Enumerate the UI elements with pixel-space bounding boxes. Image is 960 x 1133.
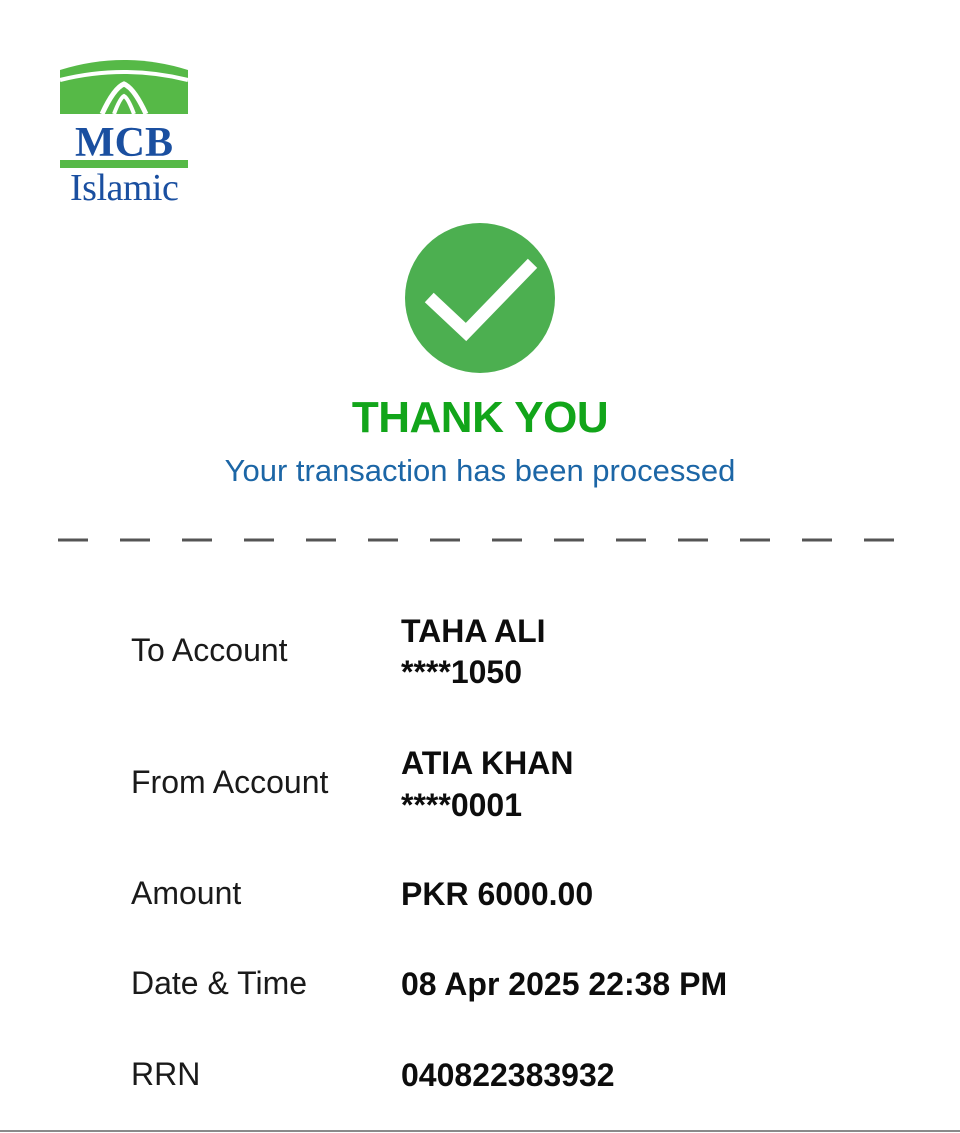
bank-logo: MCB Islamic xyxy=(58,58,192,210)
mcb-logo-mark-icon: MCB xyxy=(59,60,189,168)
datetime-label: Date & Time xyxy=(131,965,308,1001)
to-account-number: ****1050 xyxy=(401,654,522,690)
from-account-name: ATIA KHAN xyxy=(401,745,574,781)
to-account-label: To Account xyxy=(131,632,288,668)
dashed-divider xyxy=(58,538,904,542)
logo-mcb-text: MCB xyxy=(75,120,173,166)
from-account-label: From Account xyxy=(131,764,329,800)
rrn-label: RRN xyxy=(131,1056,201,1092)
amount-value: PKR 6000.00 xyxy=(401,876,594,912)
rrn-value: 040822383932 xyxy=(401,1057,615,1093)
bottom-border xyxy=(0,1130,960,1132)
check-circle-icon xyxy=(405,223,555,373)
to-account-name: TAHA ALI xyxy=(401,613,546,649)
amount-label: Amount xyxy=(131,875,242,911)
datetime-value: 08 Apr 2025 22:38 PM xyxy=(401,966,728,1002)
logo-subtext: Islamic xyxy=(70,167,179,209)
status-message: Your transaction has been processed xyxy=(224,453,736,488)
from-account-number: ****0001 xyxy=(401,787,522,823)
thank-you-title: THANK YOU xyxy=(351,393,609,442)
